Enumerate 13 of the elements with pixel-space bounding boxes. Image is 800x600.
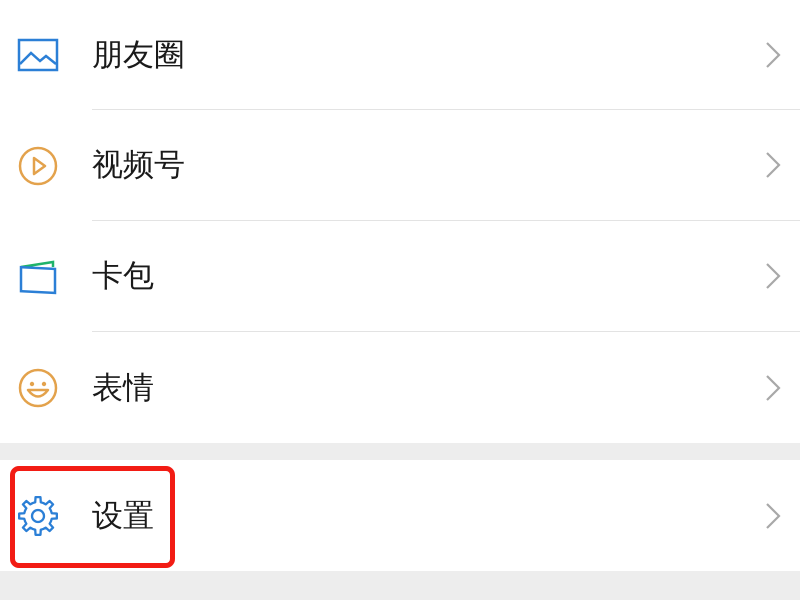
chevron-icon	[765, 374, 781, 402]
menu-label: 朋友圈	[92, 36, 185, 74]
smiley-icon	[17, 366, 59, 408]
menu-label: 视频号	[92, 146, 185, 185]
chevron-icon	[765, 40, 781, 68]
menu-label: 设置	[92, 496, 154, 536]
menu-label: 卡包	[92, 257, 154, 296]
menu-label: 表情	[92, 368, 154, 408]
chevron-icon	[765, 151, 781, 179]
chevron-icon	[765, 262, 781, 290]
settings-icon	[17, 494, 59, 536]
chevron-icon	[765, 502, 781, 530]
play-circle-icon	[17, 144, 59, 186]
